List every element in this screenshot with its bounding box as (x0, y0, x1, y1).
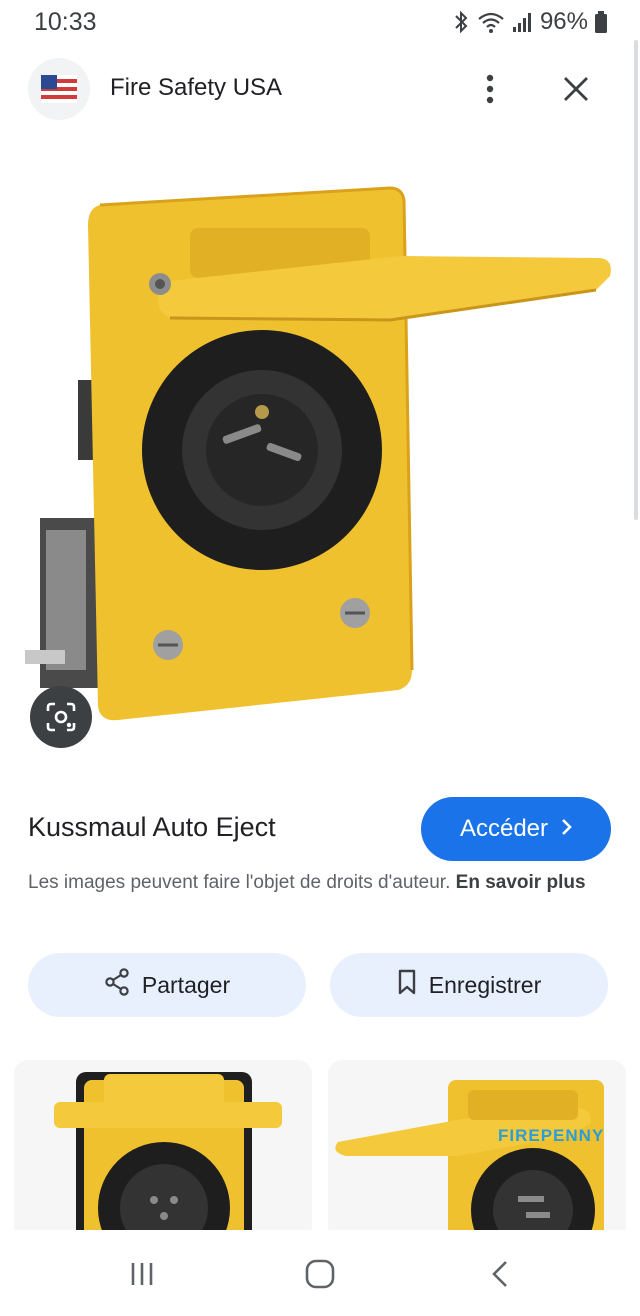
chevron-right-icon (560, 815, 572, 843)
related-image-2[interactable]: FIREPENNY (328, 1060, 626, 1240)
recents-icon[interactable] (112, 1254, 172, 1294)
product-image[interactable] (0, 130, 640, 760)
close-icon[interactable] (554, 66, 598, 112)
home-icon[interactable] (290, 1254, 350, 1294)
status-bar: 10:33 96% (0, 0, 640, 46)
learn-more-link[interactable]: En savoir plus (456, 872, 586, 893)
share-button[interactable]: Partager (28, 953, 306, 1017)
save-button[interactable]: Enregistrer (330, 953, 608, 1017)
result-title[interactable]: Kussmaul Auto Eject (28, 812, 276, 843)
wifi-icon (476, 10, 506, 34)
watermark-text: FIREPENNY (498, 1126, 605, 1145)
visit-button-label: Accéder (459, 815, 549, 842)
share-icon (104, 968, 130, 1002)
save-button-label: Enregistrer (428, 971, 542, 998)
us-flag-icon[interactable] (28, 58, 90, 120)
system-nav-bar (0, 1230, 640, 1316)
signal-icon (512, 10, 534, 34)
copyright-notice: Les images peuvent faire l'objet de droi… (28, 868, 618, 897)
lens-search-icon[interactable] (30, 686, 92, 748)
visit-button[interactable]: Accéder (421, 797, 611, 861)
site-name[interactable]: Fire Safety USA (110, 74, 282, 102)
back-icon[interactable] (470, 1254, 530, 1294)
share-button-label: Partager (141, 971, 231, 998)
battery-icon (594, 10, 608, 34)
related-image-1[interactable] (14, 1060, 312, 1240)
status-time: 10:33 (34, 8, 97, 36)
more-vert-icon[interactable] (470, 66, 510, 112)
bluetooth-icon (452, 10, 470, 34)
bookmark-icon (397, 969, 417, 1001)
result-header: Fire Safety USA (0, 52, 640, 126)
battery-level: 96% (539, 8, 588, 35)
copyright-text: Les images peuvent faire l'objet de droi… (28, 872, 451, 893)
status-icons: 96% (452, 8, 608, 36)
